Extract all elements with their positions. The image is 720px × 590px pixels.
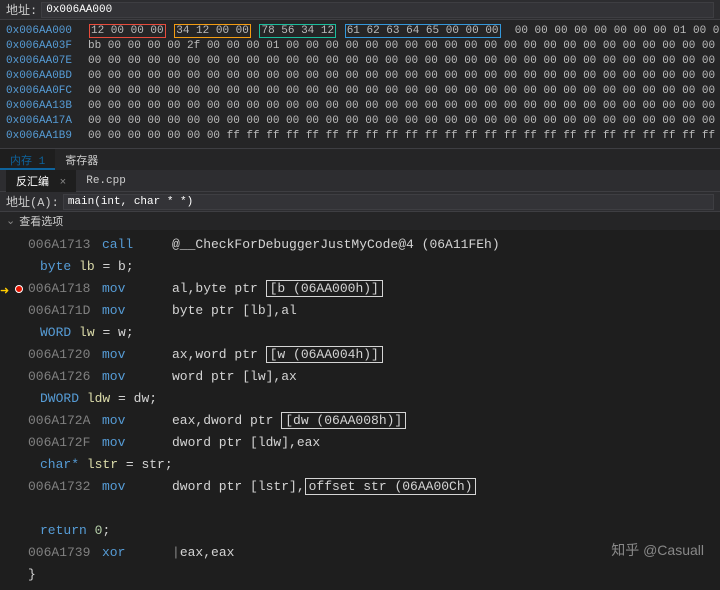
operand: ax,word ptr [w (06AA004h)] xyxy=(172,344,383,366)
code-address: 006A172F xyxy=(28,432,102,454)
blank-line xyxy=(0,498,720,520)
view-options-label: 查看选项 xyxy=(19,213,63,229)
hex-bytes: 12 00 00 00 34 12 00 00 78 56 34 12 61 6… xyxy=(88,24,720,39)
operand-highlight: offset str (06AA00Ch) xyxy=(305,478,477,495)
hex-row: 0x006AA00012 00 00 00 34 12 00 00 78 56 … xyxy=(6,24,714,39)
code-address: 006A1732 xyxy=(28,476,102,498)
hex-address: 0x006AA0FC xyxy=(6,84,88,99)
operand-highlight: [b (06AA000h)] xyxy=(266,280,383,297)
mnemonic: mov xyxy=(102,432,172,454)
hex-address: 0x006AA1B9 xyxy=(6,129,88,144)
brace-line: } xyxy=(0,564,720,586)
memory-tab[interactable]: 内存 1 xyxy=(0,149,55,170)
hex-row: 0x006AA17A00 00 00 00 00 00 00 00 00 00 … xyxy=(6,114,714,129)
hex-address: 0x006AA000 xyxy=(6,24,88,39)
hex-bytes: 00 00 00 00 00 00 00 ff ff ff ff ff ff f… xyxy=(88,129,720,144)
hex-highlight: 34 12 00 00 xyxy=(174,24,251,38)
watermark: 知乎 @Casuall xyxy=(611,540,704,560)
asm-line: 006A172Amoveax,dword ptr [dw (06AA008h)] xyxy=(0,410,720,432)
file-tab[interactable]: Re.cpp xyxy=(76,172,136,190)
operand: @__CheckForDebuggerJustMyCode@4 (06A11FE… xyxy=(172,234,500,256)
memory-tab[interactable]: 寄存器 xyxy=(55,149,108,170)
code-address: 006A1726 xyxy=(28,366,102,388)
function-address-bar: 地址(A): xyxy=(0,192,720,212)
operand: word ptr [lw],ax xyxy=(172,366,297,388)
address-label: 地址: xyxy=(6,1,37,18)
operand-highlight: [dw (06AA008h)] xyxy=(281,412,406,429)
asm-line: 006A1732movdword ptr [lstr],offset str (… xyxy=(0,476,720,498)
hex-row: 0x006AA0BD00 00 00 00 00 00 00 00 00 00 … xyxy=(6,69,714,84)
asm-line: 006A172Fmovdword ptr [ldw],eax xyxy=(0,432,720,454)
code-address: 006A1720 xyxy=(28,344,102,366)
hex-dump-view: 0x006AA00012 00 00 00 34 12 00 00 78 56 … xyxy=(0,20,720,148)
source-line: WORD lw = w; xyxy=(0,322,720,344)
asm-line: 006A171Dmovbyte ptr [lb],al xyxy=(0,300,720,322)
hex-bytes: 00 00 00 00 00 00 00 00 00 00 00 00 00 0… xyxy=(88,84,720,99)
source-line: DWORD ldw = dw; xyxy=(0,388,720,410)
operand: byte ptr [lb],al xyxy=(172,300,297,322)
function-input[interactable] xyxy=(63,194,714,210)
hex-address: 0x006AA13B xyxy=(6,99,88,114)
disassembly-header: 反汇编 × Re.cpp xyxy=(0,170,720,192)
hex-bytes: 00 00 00 00 00 00 00 00 00 00 00 00 00 0… xyxy=(88,54,720,69)
code-address: 006A1713 xyxy=(28,234,102,256)
function-label: 地址(A): xyxy=(6,193,59,210)
mnemonic: call xyxy=(102,234,172,256)
hex-address: 0x006AA07E xyxy=(6,54,88,69)
operand: dword ptr [ldw],eax xyxy=(172,432,320,454)
hex-bytes: bb 00 00 00 00 2f 00 00 00 01 00 00 00 0… xyxy=(88,39,720,54)
hex-row: 0x006AA0FC00 00 00 00 00 00 00 00 00 00 … xyxy=(6,84,714,99)
asm-line: ➜006A1718moval,byte ptr [b (06AA000h)] xyxy=(0,278,720,300)
hex-address: 0x006AA0BD xyxy=(6,69,88,84)
operand-highlight: [w (06AA004h)] xyxy=(266,346,383,363)
code-address: 006A171D xyxy=(28,300,102,322)
operand: dword ptr [lstr],offset str (06AA00Ch) xyxy=(172,476,476,498)
operand: eax,dword ptr [dw (06AA008h)] xyxy=(172,410,406,432)
hex-bytes: 00 00 00 00 00 00 00 00 00 00 00 00 00 0… xyxy=(88,99,720,114)
code-address: 006A1739 xyxy=(28,542,102,564)
hex-highlight: 61 62 63 64 65 00 00 00 xyxy=(345,24,501,38)
mnemonic: mov xyxy=(102,300,172,322)
disassembly-code-view: 006A1713call@__CheckForDebuggerJustMyCod… xyxy=(0,230,720,590)
view-options-row[interactable]: ⌄ 查看选项 xyxy=(0,212,720,230)
hex-bytes: 00 00 00 00 00 00 00 00 00 00 00 00 00 0… xyxy=(88,114,720,129)
mnemonic: mov xyxy=(102,278,172,300)
breakpoint-icon[interactable] xyxy=(15,285,23,293)
memory-address-bar: 地址: xyxy=(0,0,720,20)
hex-row: 0x006AA03Fbb 00 00 00 00 2f 00 00 00 01 … xyxy=(6,39,714,54)
code-address: 006A172A xyxy=(28,410,102,432)
hex-address: 0x006AA03F xyxy=(6,39,88,54)
hex-highlight: 78 56 34 12 xyxy=(259,24,336,38)
disassembly-tab[interactable]: 反汇编 × xyxy=(6,170,76,192)
mnemonic: mov xyxy=(102,476,172,498)
hex-row: 0x006AA13B00 00 00 00 00 00 00 00 00 00 … xyxy=(6,99,714,114)
hex-row: 0x006AA07E00 00 00 00 00 00 00 00 00 00 … xyxy=(6,54,714,69)
asm-line: 006A1720movax,word ptr [w (06AA004h)] xyxy=(0,344,720,366)
operand: al,byte ptr [b (06AA000h)] xyxy=(172,278,383,300)
asm-line: 006A1713call@__CheckForDebuggerJustMyCod… xyxy=(0,234,720,256)
code-address: 006A1718 xyxy=(28,278,102,300)
mnemonic: mov xyxy=(102,344,172,366)
address-input[interactable] xyxy=(41,2,714,18)
source-line: return 0; xyxy=(0,520,720,542)
hex-bytes: 00 00 00 00 00 00 00 00 00 00 00 00 00 0… xyxy=(88,69,720,84)
hex-address: 0x006AA17A xyxy=(6,114,88,129)
mnemonic: mov xyxy=(102,366,172,388)
chevron-down-icon[interactable]: ⌄ xyxy=(6,214,15,228)
source-line: char* lstr = str; xyxy=(0,454,720,476)
source-line: byte lb = b; xyxy=(0,256,720,278)
asm-line: 006A1726movword ptr [lw],ax xyxy=(0,366,720,388)
close-icon[interactable]: × xyxy=(60,177,67,189)
mnemonic: mov xyxy=(102,410,172,432)
memory-tabs: 内存 1寄存器 xyxy=(0,148,720,170)
mnemonic: xor xyxy=(102,542,172,564)
hex-row: 0x006AA1B900 00 00 00 00 00 00 ff ff ff … xyxy=(6,129,714,144)
operand: eax,eax xyxy=(180,542,235,564)
hex-highlight: 12 00 00 00 xyxy=(89,24,166,38)
